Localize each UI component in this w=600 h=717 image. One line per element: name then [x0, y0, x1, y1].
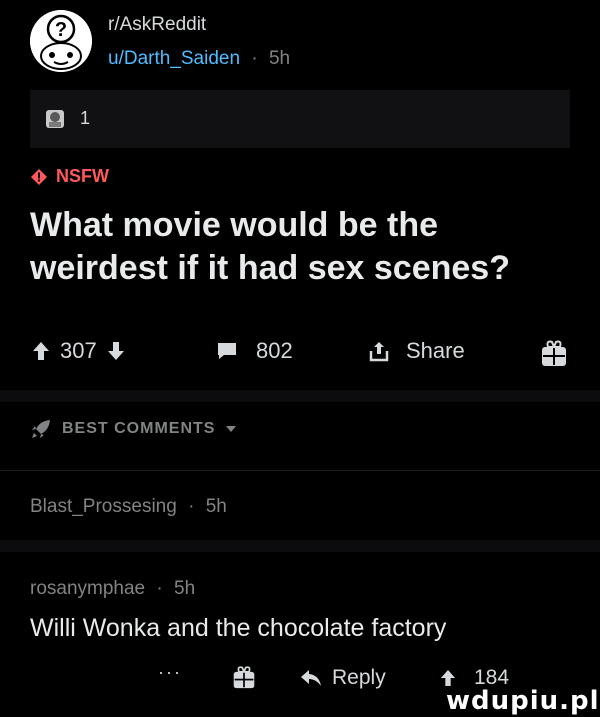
- comment-count: 802: [256, 338, 293, 363]
- comment-age: 5h: [174, 578, 196, 599]
- reply-icon: [301, 670, 321, 686]
- vote-controls: 307: [32, 338, 125, 364]
- rocket-icon: [32, 420, 50, 438]
- comment-header[interactable]: Blast_Prossesing · 5h: [30, 496, 227, 518]
- subreddit-name[interactable]: r/AskReddit: [108, 14, 206, 36]
- post-age: 5h: [268, 48, 291, 69]
- post-action-bar: 307 802 Share: [0, 330, 600, 376]
- comment-header[interactable]: rosanymphae · 5h: [30, 578, 195, 600]
- askreddit-logo-icon: ?: [30, 10, 92, 72]
- post-header: ? r/AskReddit u/Darth_Saiden · 5h: [0, 0, 600, 86]
- share-label: Share: [406, 338, 465, 363]
- comments-button[interactable]: 802: [216, 338, 293, 364]
- meta-separator: ·: [251, 48, 258, 69]
- comment-sort-selector[interactable]: BEST COMMENTS: [30, 418, 237, 440]
- post-meta: u/Darth_Saiden · 5h: [108, 48, 290, 70]
- comment-age: 5h: [205, 496, 227, 517]
- comment-author[interactable]: rosanymphae: [30, 578, 145, 599]
- comment-body: Willi Wonka and the chocolate factory: [30, 614, 447, 642]
- share-icon: [369, 342, 389, 362]
- comment-icon: [218, 343, 236, 359]
- nsfw-icon: [31, 168, 47, 185]
- nsfw-tag: NSFW: [30, 166, 109, 187]
- sort-divider: [0, 470, 600, 471]
- subreddit-avatar[interactable]: ?: [30, 10, 92, 72]
- chevron-down-icon: [226, 426, 237, 432]
- more-options-button[interactable]: ···: [158, 662, 182, 683]
- give-award-button[interactable]: [232, 664, 256, 690]
- meta-separator: ·: [188, 496, 195, 517]
- award-count: 1: [80, 108, 91, 128]
- post-score: 307: [60, 338, 97, 363]
- nsfw-label: NSFW: [56, 166, 109, 186]
- sort-label: BEST COMMENTS: [62, 420, 216, 437]
- award-icon: [46, 110, 64, 128]
- reply-label: Reply: [332, 666, 386, 689]
- comment-author[interactable]: Blast_Prossesing: [30, 496, 177, 517]
- svg-text:?: ?: [55, 19, 67, 41]
- gift-icon: [233, 666, 255, 689]
- watermark: wdupiu.pl: [446, 686, 600, 716]
- section-divider: [0, 390, 600, 402]
- meta-separator: ·: [156, 578, 163, 599]
- comment-divider: [0, 540, 600, 552]
- reply-button[interactable]: Reply: [300, 666, 386, 690]
- post-title[interactable]: What movie would be the weirdest if it h…: [30, 204, 570, 290]
- award-bar[interactable]: 1: [30, 90, 570, 148]
- author-link[interactable]: u/Darth_Saiden: [108, 48, 240, 69]
- upvote-icon[interactable]: [32, 341, 50, 361]
- more-icon: ···: [158, 662, 182, 682]
- upvote-icon[interactable]: [440, 669, 456, 687]
- gift-icon: [542, 340, 566, 366]
- downvote-icon[interactable]: [107, 341, 125, 361]
- give-award-button[interactable]: [540, 338, 568, 368]
- share-button[interactable]: Share: [368, 338, 465, 364]
